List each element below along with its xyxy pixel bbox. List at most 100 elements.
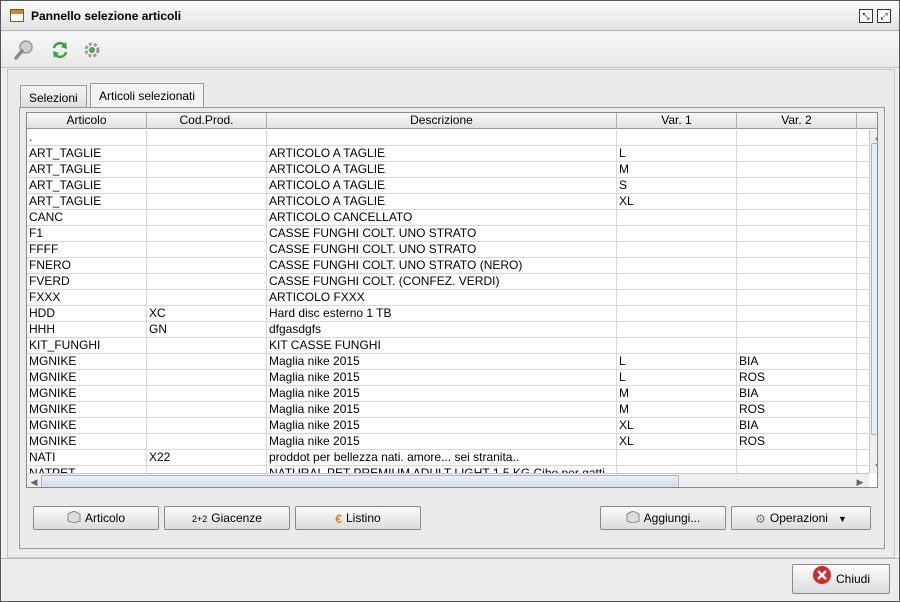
column-header-descrizione[interactable]: Descrizione [267, 113, 617, 129]
table-cell: KIT CASSE FUNGHI [267, 338, 617, 354]
table-row[interactable]: HHH GN dfgasdgfs [27, 322, 869, 338]
tab-selezioni[interactable]: Selezioni [20, 85, 87, 107]
table-cell [147, 466, 267, 473]
table-row[interactable]: FFFF CASSE FUNGHI COLT. UNO STRATO [27, 242, 869, 258]
vertical-scroll-thumb[interactable] [871, 143, 877, 435]
content-area: Selezioni Articoli selezionati Articolo … [7, 69, 895, 558]
chiudi-button[interactable]: Chiudi [792, 564, 890, 594]
table-row[interactable]: FNERO CASSE FUNGHI COLT. UNO STRATO (NERO… [27, 258, 869, 274]
table-cell: MGNIKE [27, 386, 147, 402]
table-cell: CASSE FUNGHI COLT. UNO STRATO (NERO) [267, 258, 617, 274]
minimize-icon[interactable]: ⤡ [859, 9, 873, 23]
table-cell: NATI [27, 450, 147, 466]
window-icon [10, 9, 24, 22]
refresh-icon[interactable] [49, 39, 71, 61]
articolo-button[interactable]: Articolo [33, 506, 159, 530]
table-row[interactable]: ART_TAGLIE ARTICOLO A TAGLIE XL [27, 194, 869, 210]
table-cell [617, 210, 737, 226]
aggiungi-button[interactable]: Aggiungi... [600, 506, 726, 530]
table-header: Articolo Cod.Prod. Descrizione Var. 1 Va… [27, 113, 877, 129]
table-cell: Hard disc esterno 1 TB [267, 306, 617, 322]
table-row[interactable]: MGNIKE Maglia nike 2015 XL ROS [27, 434, 869, 450]
table-row[interactable]: KIT_FUNGHI KIT CASSE FUNGHI [27, 338, 869, 354]
table-row[interactable]: NATI X22 proddot per bellezza nati. amore.… [27, 450, 869, 466]
table-cell: Maglia nike 2015 [267, 434, 617, 450]
table-cell [737, 258, 857, 274]
operazioni-button[interactable]: ⚙ Operazioni ▼ [731, 506, 871, 530]
table-cell: XL [617, 194, 737, 210]
listino-button-label: Listino [346, 511, 381, 525]
table-row[interactable]: MGNIKE Maglia nike 2015 M BIA [27, 386, 869, 402]
table-row[interactable]: FVERD CASSE FUNGHI COLT. (CONFEZ. VERDI) [27, 274, 869, 290]
scroll-left-icon[interactable]: ◀ [27, 475, 41, 487]
column-header-var2[interactable]: Var. 2 [737, 113, 857, 129]
giacenze-button[interactable]: 2+2 Giacenze [164, 506, 290, 530]
vertical-scrollbar[interactable]: ▲ ▼ [869, 130, 877, 473]
tab-articoli-selezionati[interactable]: Articoli selezionati [90, 83, 205, 107]
scroll-right-icon[interactable]: ▶ [853, 475, 867, 487]
table-cell [147, 386, 267, 402]
table-cell: Maglia nike 2015 [267, 370, 617, 386]
table-row[interactable]: MGNIKE Maglia nike 2015 XL BIA [27, 418, 869, 434]
table-cell: BIA [737, 386, 857, 402]
table-row[interactable]: MGNIKE Maglia nike 2015 M ROS [27, 402, 869, 418]
aggiungi-button-label: Aggiungi... [643, 511, 701, 525]
table-cell: ARTICOLO CANCELLATO [267, 210, 617, 226]
table-cell: BIA [737, 354, 857, 370]
table-row[interactable]: F1 CASSE FUNGHI COLT. UNO STRATO [27, 226, 869, 242]
table-row[interactable]: NATPET NATURAL PET PREMIUM ADULT LIGHT 1,… [27, 466, 869, 473]
column-header-var1[interactable]: Var. 1 [617, 113, 737, 129]
table-cell: Maglia nike 2015 [267, 354, 617, 370]
table-cell: ARTICOLO A TAGLIE [267, 162, 617, 178]
table-cell [617, 322, 737, 338]
table-cell: dfgasdgfs [267, 322, 617, 338]
scroll-up-icon[interactable]: ▲ [871, 130, 877, 144]
table-cell [147, 162, 267, 178]
table-cell [737, 450, 857, 466]
table-cell [737, 130, 857, 146]
table-row[interactable]: MGNIKE Maglia nike 2015 L ROS [27, 370, 869, 386]
table-cell [737, 322, 857, 338]
table-row[interactable]: . [27, 130, 869, 146]
listino-button[interactable]: € Listino [295, 506, 421, 530]
settings-icon[interactable] [81, 39, 103, 61]
column-header-articolo[interactable]: Articolo [27, 113, 147, 129]
column-header-cod-prod[interactable]: Cod.Prod. [147, 113, 267, 129]
table-cell [147, 210, 267, 226]
table-cell [147, 402, 267, 418]
table-cell [267, 130, 617, 146]
maximize-icon[interactable]: ⤢ [877, 9, 891, 23]
table-cell: CASSE FUNGHI COLT. UNO STRATO [267, 242, 617, 258]
table-cell: ROS [737, 370, 857, 386]
horizontal-scroll-thumb[interactable] [41, 475, 679, 487]
table-cell: L [617, 146, 737, 162]
table-cell [147, 194, 267, 210]
table-cell: BIA [737, 418, 857, 434]
table-cell: L [617, 370, 737, 386]
table-row[interactable]: MGNIKE Maglia nike 2015 L BIA [27, 354, 869, 370]
table-row[interactable]: ART_TAGLIE ARTICOLO A TAGLIE S [27, 178, 869, 194]
table-cell: XC [147, 306, 267, 322]
table-cell: FNERO [27, 258, 147, 274]
table-row[interactable]: FXXX ARTICOLO FXXX [27, 290, 869, 306]
table-cell: ARTICOLO A TAGLIE [267, 146, 617, 162]
search-icon[interactable] [13, 39, 35, 61]
table-cell [737, 178, 857, 194]
table-cell [737, 466, 857, 473]
table-cell: Maglia nike 2015 [267, 386, 617, 402]
window-title: Pannello selezione articoli [31, 9, 182, 23]
horizontal-scrollbar[interactable]: ◀ ▶ [27, 473, 869, 487]
table-cell [617, 338, 737, 354]
table-row[interactable]: CANC ARTICOLO CANCELLATO [27, 210, 869, 226]
table-cell: MGNIKE [27, 402, 147, 418]
table-row[interactable]: ART_TAGLIE ARTICOLO A TAGLIE M [27, 162, 869, 178]
table-cell [617, 226, 737, 242]
table-cell: proddot per bellezza nati. amore... sei … [267, 450, 617, 466]
table-cell: MGNIKE [27, 370, 147, 386]
scroll-down-icon[interactable]: ▼ [871, 459, 877, 473]
table-cell: NATURAL PET PREMIUM ADULT LIGHT 1,5 KG C… [267, 466, 617, 473]
table-cell: Maglia nike 2015 [267, 402, 617, 418]
table-row[interactable]: ART_TAGLIE ARTICOLO A TAGLIE L [27, 146, 869, 162]
table-cell: ART_TAGLIE [27, 178, 147, 194]
table-row[interactable]: HDD XC Hard disc esterno 1 TB [27, 306, 869, 322]
